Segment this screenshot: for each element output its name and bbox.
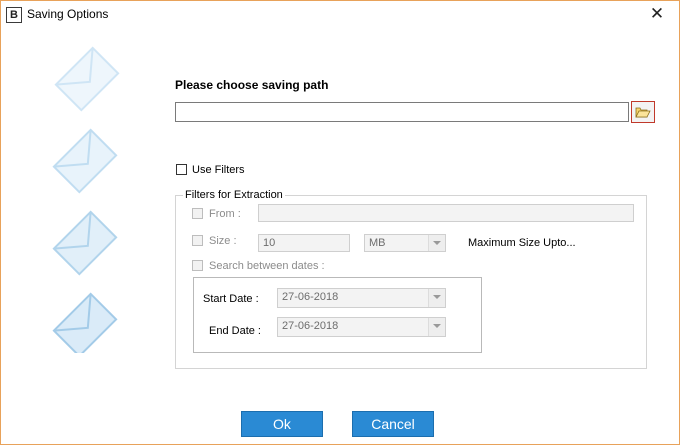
- envelope-icon: [54, 46, 120, 112]
- app-logo-icon: B: [6, 7, 22, 23]
- end-date-value: 27-06-2018: [282, 320, 339, 332]
- saving-options-dialog: B Saving Options ✕ Please choose saving …: [0, 0, 680, 445]
- envelope-icon: [52, 210, 118, 276]
- from-label: From :: [209, 208, 241, 220]
- chevron-down-icon: [428, 318, 445, 336]
- filters-group-title: Filters for Extraction: [183, 189, 285, 201]
- saving-path-input[interactable]: [175, 102, 629, 122]
- folder-open-icon: [635, 107, 651, 118]
- max-size-label: Maximum Size Upto...: [468, 237, 576, 249]
- from-input[interactable]: [258, 204, 634, 222]
- title-bar: B Saving Options ✕: [1, 1, 679, 29]
- window-title: Saving Options: [27, 7, 109, 21]
- start-date-label: Start Date :: [203, 293, 259, 305]
- size-label: Size :: [209, 235, 237, 247]
- browse-folder-button[interactable]: [631, 101, 655, 123]
- end-date-picker[interactable]: 27-06-2018: [277, 317, 446, 337]
- chevron-down-icon: [428, 235, 445, 251]
- close-button[interactable]: ✕: [635, 1, 679, 27]
- saving-path-label: Please choose saving path: [175, 78, 329, 92]
- start-date-value: 27-06-2018: [282, 291, 339, 303]
- search-dates-label: Search between dates :: [209, 260, 325, 272]
- size-unit-select[interactable]: MB: [364, 234, 446, 252]
- envelope-decoration: [52, 46, 120, 353]
- end-date-label: End Date :: [209, 325, 261, 337]
- start-date-picker[interactable]: 27-06-2018: [277, 288, 446, 308]
- ok-button[interactable]: Ok: [241, 411, 323, 437]
- from-checkbox[interactable]: [192, 208, 203, 219]
- cancel-button[interactable]: Cancel: [352, 411, 434, 437]
- chevron-down-icon: [428, 289, 445, 307]
- size-input[interactable]: 10: [258, 234, 350, 252]
- size-checkbox[interactable]: [192, 235, 203, 246]
- use-filters-label: Use Filters: [192, 164, 245, 176]
- envelope-icon: [52, 128, 118, 194]
- size-unit-value: MB: [369, 237, 386, 249]
- use-filters-checkbox[interactable]: [176, 164, 187, 175]
- envelope-icon: [52, 292, 118, 353]
- search-dates-checkbox[interactable]: [192, 260, 203, 271]
